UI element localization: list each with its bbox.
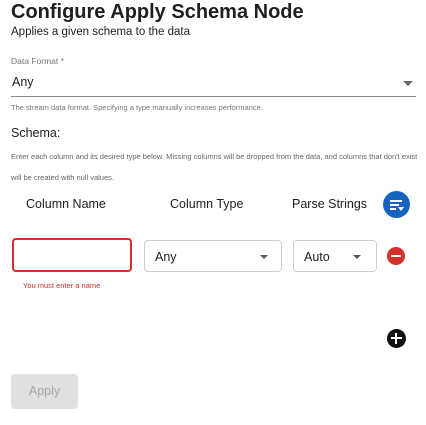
- data-format-value: Any: [12, 75, 34, 89]
- page-title: Configure Apply Schema Node: [11, 1, 304, 23]
- chevron-down-icon: [260, 255, 268, 259]
- data-format-label: Data Format *: [11, 56, 64, 66]
- parse-strings-value: Auto: [304, 250, 330, 264]
- schema-label: Schema:: [11, 126, 61, 140]
- remove-row-button[interactable]: [387, 247, 405, 265]
- page-subtitle: Applies a given schema to the data: [11, 26, 191, 38]
- parse-strings-select[interactable]: Auto: [293, 240, 377, 272]
- add-row-button[interactable]: [387, 329, 406, 348]
- sort-icon: [390, 200, 404, 211]
- column-type-value: Any: [155, 250, 177, 264]
- column-name-error: You must enter a name: [23, 281, 101, 290]
- schema-description: Enter each column and its desired type b…: [11, 152, 418, 182]
- parse-strings-header: Parse Strings: [292, 197, 368, 211]
- data-format-select[interactable]: Any: [11, 69, 416, 97]
- chevron-down-icon: [403, 81, 413, 86]
- data-format-helper: The stream data format. Specifying a typ…: [11, 103, 263, 112]
- column-name-input[interactable]: [12, 238, 132, 272]
- column-type-header: Column Type: [170, 197, 244, 211]
- column-name-header: Column Name: [26, 197, 106, 211]
- apply-button[interactable]: Apply: [11, 374, 78, 409]
- column-type-select[interactable]: Any: [144, 240, 282, 272]
- sort-button[interactable]: [383, 191, 410, 218]
- chevron-down-icon: [353, 255, 361, 259]
